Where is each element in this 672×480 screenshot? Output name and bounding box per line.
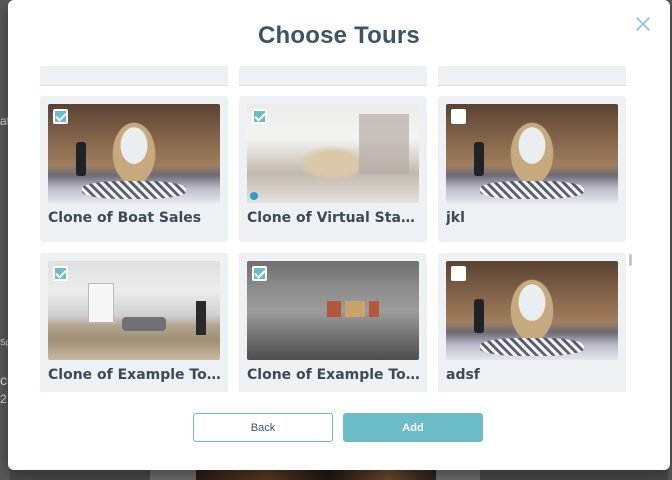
background-text: 2 (0, 392, 7, 406)
tour-card[interactable]: Clone of Example Tour Clou... (239, 253, 427, 392)
panorama-detail (82, 181, 186, 199)
choose-tours-modal: Choose Tours Clone of Boat Sales Clone o… (8, 0, 670, 470)
panorama-detail (196, 301, 206, 335)
tour-checkbox[interactable] (252, 266, 267, 281)
watermark-logo (250, 192, 258, 200)
panorama-detail (474, 299, 484, 333)
tour-checkbox[interactable] (451, 109, 466, 124)
tour-name: Clone of Virtual Staging (247, 210, 423, 226)
panorama-detail (327, 301, 341, 317)
tour-thumbnail (247, 104, 419, 203)
panorama-detail (88, 283, 114, 323)
panorama-detail (122, 317, 166, 331)
close-icon[interactable] (632, 14, 654, 36)
modal-title: Choose Tours (258, 22, 420, 49)
tour-checkbox[interactable] (53, 109, 68, 124)
tour-thumbnail (247, 261, 419, 360)
back-button[interactable]: Back (193, 413, 333, 442)
tour-thumbnail (446, 261, 618, 360)
tour-checkbox[interactable] (451, 266, 466, 281)
tour-card[interactable]: Clone of Virtual Staging (239, 96, 427, 242)
scrollbar-thumb[interactable] (629, 254, 632, 266)
tour-grid[interactable]: Clone of Boat Sales Clone of Virtual Sta… (40, 66, 636, 392)
panorama-detail (345, 301, 365, 317)
tour-card[interactable]: jkl (438, 96, 626, 242)
tour-name: jkl (446, 210, 465, 226)
tour-thumbnail (48, 261, 220, 360)
tour-thumbnail (48, 104, 220, 203)
tour-card[interactable]: Clone of Boat Sales (40, 96, 228, 242)
tour-card[interactable]: Clone of Example Tour Clou... (40, 253, 228, 392)
tour-name: adsf (446, 367, 480, 383)
panorama-detail (474, 142, 484, 176)
add-button[interactable]: Add (343, 413, 483, 442)
tour-name: Clone of Example Tour Clou... (48, 367, 224, 383)
previous-row-card[interactable] (438, 66, 626, 86)
tour-name: Clone of Boat Sales (48, 210, 202, 226)
previous-row-card[interactable] (40, 66, 228, 86)
tour-name: Clone of Example Tour Clou... (247, 367, 423, 383)
tour-card[interactable]: adsf (438, 253, 626, 392)
panorama-detail (480, 338, 584, 356)
tour-thumbnail (446, 104, 618, 203)
tour-checkbox[interactable] (53, 266, 68, 281)
panorama-detail (359, 114, 409, 174)
panorama-detail (76, 142, 86, 176)
tour-checkbox[interactable] (252, 109, 267, 124)
panorama-detail (480, 181, 584, 199)
panorama-detail (369, 301, 379, 317)
previous-row-card[interactable] (239, 66, 427, 86)
